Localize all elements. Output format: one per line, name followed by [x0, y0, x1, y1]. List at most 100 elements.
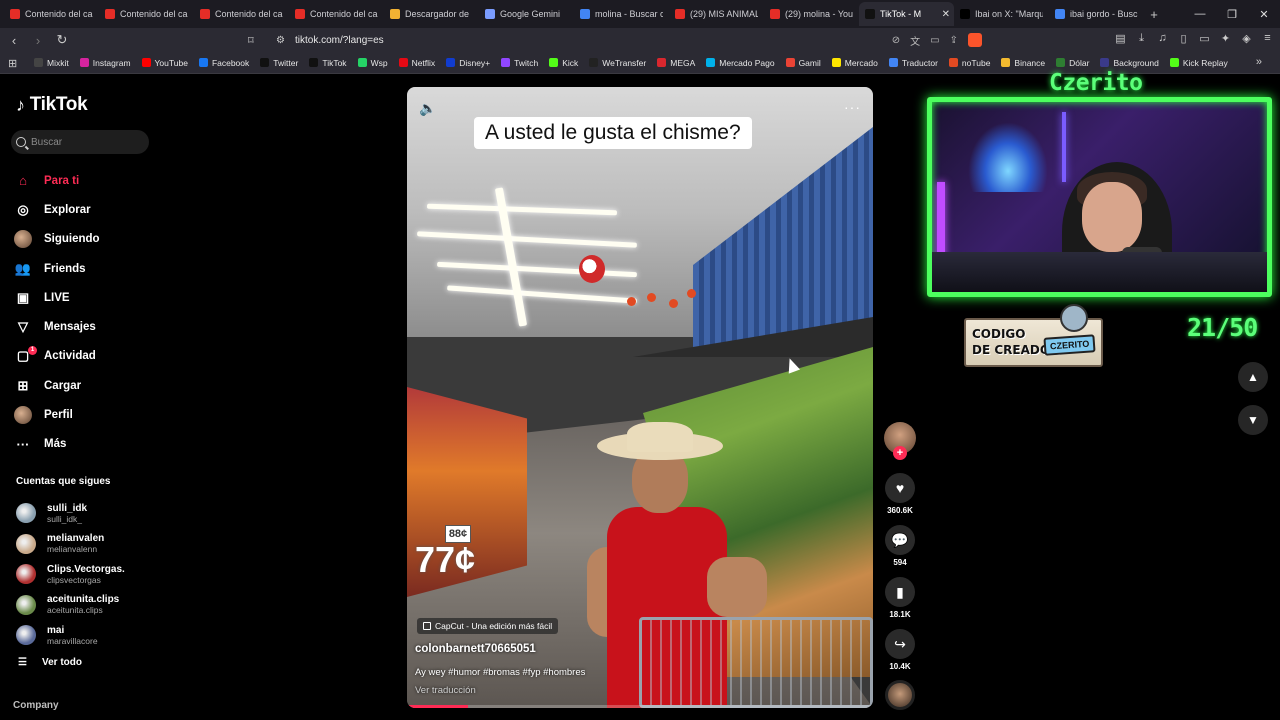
video-description[interactable]: Ay wey #humor #bromas #fyp #hombres [415, 667, 585, 678]
maximize-button[interactable]: ❐ [1216, 0, 1248, 28]
nav-item-messages[interactable]: ▽ Mensajes [14, 312, 100, 341]
account-avatar [16, 564, 36, 585]
follow-button[interactable]: + [893, 446, 907, 460]
tiktok-logo[interactable]: ♪ TikTok [16, 94, 88, 116]
bookmark-item[interactable]: Twitch [501, 58, 538, 68]
bookmark-item[interactable]: Dólar [1056, 58, 1089, 68]
bookmark-item[interactable]: MEGA [657, 58, 695, 68]
followed-account[interactable]: Clips.Vectorgas. clipsvectorgas [16, 559, 125, 590]
close-tab-icon[interactable]: ✕ [942, 9, 950, 20]
apps-grid-icon[interactable]: ⊞ [8, 57, 17, 70]
bookmark-item[interactable]: YouTube [141, 58, 188, 68]
nav-item-upload[interactable]: ⊞ Cargar [14, 371, 100, 400]
capcut-tag[interactable]: CapCut - Una edición más fácil [417, 618, 559, 634]
cast-icon[interactable]: ▭ [930, 35, 939, 46]
browser-tab[interactable]: Contenido del ca [99, 2, 194, 26]
search-box[interactable] [11, 130, 149, 154]
browser-tab[interactable]: molina - Buscar c [574, 2, 669, 26]
bookmark-item[interactable]: Gamil [785, 58, 821, 68]
bookmark-item[interactable]: Mercado Pago [706, 58, 775, 68]
video-player[interactable]: 88¢ 77¢ 🔈 ··· A usted le gusta el chisme… [407, 87, 873, 708]
menu-icon[interactable]: ≡ [1261, 32, 1274, 45]
followed-account[interactable]: mai maravillacore [16, 620, 125, 651]
next-video-button[interactable]: ▼ [1238, 405, 1268, 435]
more-options-icon[interactable]: ··· [844, 99, 861, 115]
followed-account[interactable]: sulli_idk sulli_idk_ [16, 498, 125, 529]
heart-icon[interactable]: ♥ [885, 473, 915, 503]
browser-tab[interactable]: (29) molina - You [764, 2, 859, 26]
share-icon[interactable]: ⇪ [950, 35, 958, 46]
followed-account[interactable]: melianvalen melianvalenn [16, 529, 125, 560]
sidebar-panel-icon[interactable]: ▤ [1114, 32, 1127, 45]
share-arrow-icon[interactable]: ↪ [885, 629, 915, 659]
site-settings-icon[interactable]: ⚙ [276, 35, 285, 46]
music-disc-avatar[interactable] [885, 680, 915, 710]
browser-tab[interactable]: Contenido del ca [4, 2, 99, 26]
tracking-icon[interactable]: ⊘ [892, 35, 900, 46]
bookmark-item[interactable]: Disney+ [446, 58, 490, 68]
browser-tab[interactable]: (29) MIS ANIMAL [669, 2, 764, 26]
more-bookmarks-icon[interactable]: » [1256, 56, 1262, 68]
video-progress-bar[interactable] [407, 705, 873, 708]
bookmark-item[interactable]: Instagram [79, 58, 131, 68]
video-author[interactable]: colonbarnett70665051 [415, 643, 536, 655]
search-input[interactable] [31, 136, 141, 148]
browser-tab[interactable]: Contenido del ca [194, 2, 289, 26]
bookmark-item[interactable]: Background [1100, 57, 1159, 68]
browser-tab[interactable]: TikTok - M ✕ [859, 2, 954, 26]
company-link[interactable]: Company [13, 700, 59, 711]
browser-tab[interactable]: ibai gordo - Busc [1049, 2, 1144, 26]
leo-ai-icon[interactable]: ✦ [1219, 32, 1232, 45]
nav-item-profile-avatar[interactable]: Perfil [14, 400, 100, 429]
wallet-icon[interactable]: ▭ [1198, 32, 1211, 45]
nav-item-friends[interactable]: 👥 Friends [14, 254, 100, 283]
vpn-icon[interactable]: ◈ [1240, 32, 1253, 45]
bookmark-page-icon[interactable]: ⌑ [248, 34, 254, 47]
bookmark-item[interactable]: Mixkit [34, 58, 69, 68]
address-bar[interactable]: ⌑ ⚙ tiktok.com/?lang=es ⊘ 文 ▭ ⇪ [246, 30, 990, 50]
back-icon[interactable]: ‹ [4, 30, 24, 50]
nav-item-activity[interactable]: ▢ Actividad 1 [14, 342, 100, 371]
translate-icon[interactable]: 文 [910, 33, 920, 48]
media-icon[interactable]: ♫ [1156, 32, 1169, 45]
comment-action: 💬 594 [883, 525, 917, 567]
bookmark-item[interactable]: Traductor [888, 58, 938, 68]
previous-video-button[interactable]: ▲ [1238, 362, 1268, 392]
new-tab-button[interactable]: + [1144, 7, 1164, 22]
bookmark-item[interactable]: Mercado [831, 58, 878, 68]
bookmark-label: Background [1113, 57, 1159, 68]
bookmark-item[interactable]: Kick Replay [1169, 58, 1228, 68]
volume-icon[interactable]: 🔈 [419, 100, 436, 117]
followed-account[interactable]: aceitunita.clips aceitunita.clips [16, 590, 125, 621]
downloads-icon[interactable]: ⤓ [1135, 32, 1148, 45]
nav-item-live[interactable]: ▣ LIVE [14, 283, 100, 312]
bookmark-item[interactable]: Kick [549, 58, 578, 68]
reload-icon[interactable]: ↻ [52, 30, 72, 50]
bookmark-item[interactable]: Twitter [260, 58, 298, 68]
comment-icon[interactable]: 💬 [885, 525, 915, 555]
bookmark-item[interactable]: Netflix [398, 58, 435, 68]
bookmark-item[interactable]: TikTok [309, 58, 347, 68]
nav-item-home[interactable]: ⌂ Para ti [14, 166, 100, 195]
bookmark-icon[interactable]: ▮ [885, 577, 915, 607]
bookmark-item[interactable]: Facebook [198, 58, 249, 68]
reading-list-icon[interactable]: ▯ [1177, 32, 1190, 45]
minimize-button[interactable]: — [1184, 0, 1216, 28]
browser-tab[interactable]: Google Gemini [479, 2, 574, 26]
bookmark-item[interactable]: WeTransfer [589, 58, 646, 68]
nav-item-compass[interactable]: ◎ Explorar [14, 195, 100, 224]
bookmark-item[interactable]: Wsp [357, 58, 388, 68]
url-text[interactable]: tiktok.com/?lang=es [295, 35, 384, 46]
browser-tab[interactable]: Descargador de [384, 2, 479, 26]
close-window-button[interactable]: ✕ [1248, 0, 1280, 28]
nav-item-more[interactable]: ··· Más [14, 430, 100, 459]
browser-tab[interactable]: Ibai on X: "Marqu [954, 2, 1049, 26]
see-translation-link[interactable]: Ver traducción [415, 685, 476, 696]
see-all-button[interactable]: ☰ Ver todo [18, 657, 82, 668]
browser-tab[interactable]: Contenido del ca [289, 2, 384, 26]
nav-item-following-avatar[interactable]: Siguiendo [14, 225, 100, 254]
bookmark-item[interactable]: noTube [948, 58, 990, 68]
bookmark-item[interactable]: Binance [1001, 58, 1045, 68]
forward-icon[interactable]: › [28, 30, 48, 50]
brave-shields-icon[interactable] [968, 33, 982, 47]
